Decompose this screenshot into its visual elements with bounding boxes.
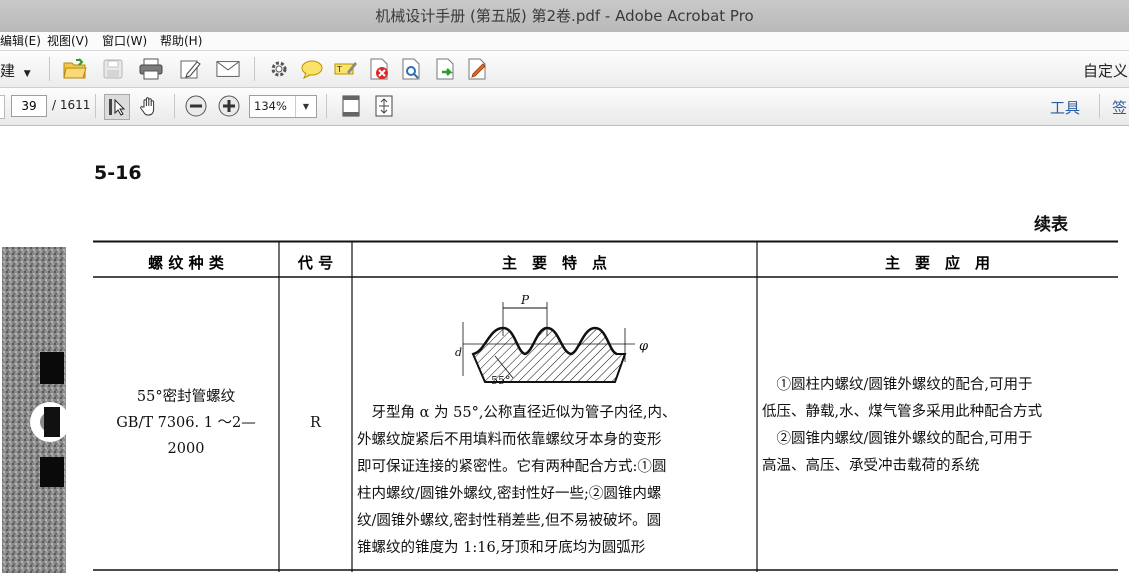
application-line: ①圆柱内螺纹/圆锥外螺纹的配合,可用于	[762, 377, 1033, 393]
edit-icon[interactable]	[179, 57, 203, 81]
svg-text:T: T	[336, 65, 342, 74]
features-line: 锥螺纹的锥度为 1:16,牙顶和牙底均为圆弧形	[357, 540, 646, 556]
page-number-label: 5-16	[94, 162, 142, 184]
features-cell: 牙型角 α 为 55°,公称直径近似为管子内径,内、 外螺纹旋紧后不用填料而依靠…	[357, 400, 757, 562]
diameter-label: d	[455, 346, 462, 359]
navigation-toolbar: / 1611 134% ▼ 工具 签	[0, 88, 1129, 126]
fit-page-icon[interactable]	[372, 94, 396, 118]
features-line: 纹/圆锥外螺纹,密封性稍差些,但不易被破坏。圆	[357, 513, 662, 529]
window-title: 机械设计手册 (第五版) 第2卷.pdf - Adobe Acrobat Pro	[0, 0, 1129, 33]
tools-pane-button[interactable]: 工具	[1050, 97, 1080, 118]
export-icon[interactable]	[433, 57, 457, 81]
sign-pane-button[interactable]: 签	[1112, 97, 1127, 118]
toolbar-divider	[95, 94, 96, 118]
header-thread-type: 螺 纹 种 类	[148, 254, 224, 272]
chevron-down-icon: ▼	[23, 69, 31, 79]
thread-type-line: GB/T 7306. 1 ～2—	[116, 415, 256, 431]
email-icon[interactable]	[216, 57, 240, 81]
page-number-input[interactable]	[11, 95, 47, 117]
zoom-in-icon[interactable]	[217, 94, 241, 118]
settings-icon[interactable]	[267, 57, 291, 81]
hand-tool-icon[interactable]	[137, 94, 161, 118]
review-icon[interactable]	[399, 57, 423, 81]
zoom-out-icon[interactable]	[184, 94, 208, 118]
pitch-label: P	[520, 293, 530, 307]
select-tool-icon[interactable]	[104, 94, 130, 120]
thread-type-line: 2000	[167, 441, 205, 457]
application-line: 高温、高压、承受冲击载荷的系统	[762, 458, 980, 474]
application-line: ②圆锥内螺纹/圆锥外螺纹的配合,可用于	[762, 431, 1033, 447]
header-features: 主 要 特 点	[501, 254, 607, 272]
print-icon[interactable]	[139, 57, 163, 81]
features-line: 柱内螺纹/圆锥外螺纹,密封性好一些;②圆锥内螺	[357, 486, 662, 502]
page-prev-edge	[0, 95, 5, 119]
header-code: 代 号	[297, 254, 334, 272]
page-total: / 1611	[52, 98, 91, 112]
customize-button[interactable]: 自定义	[1083, 60, 1128, 81]
chevron-down-icon[interactable]: ▼	[295, 96, 316, 117]
create-button[interactable]: 建 ▼	[0, 60, 31, 81]
application-line: 低压、静载,水、煤气管多采用此种配合方式	[762, 404, 1043, 420]
thread-profile-diagram: P d 55° φ	[455, 293, 649, 387]
toolbar-divider	[174, 94, 175, 118]
features-line: 牙型角 α 为 55°,公称直径近似为管子内径,内、	[357, 405, 677, 421]
pdf-action-icon[interactable]	[367, 57, 391, 81]
menu-window[interactable]: 窗口(W)	[102, 32, 147, 50]
toolbar-divider	[254, 57, 255, 81]
menu-view[interactable]: 视图(V)	[47, 32, 89, 50]
thread-type-cell: 55°密封管螺纹 GB/T 7306. 1 ～2— 2000	[93, 384, 279, 462]
comment-icon[interactable]	[300, 57, 324, 81]
zoom-value: 134%	[254, 99, 287, 113]
toolbar-divider	[49, 57, 50, 81]
phi-label: φ	[639, 339, 649, 354]
thread-type-line: 55°密封管螺纹	[136, 389, 236, 405]
features-line: 外螺纹旋紧后不用填料而依靠螺纹牙本身的变形	[357, 432, 662, 448]
save-icon[interactable]	[101, 57, 125, 81]
scan-edge-artifact	[2, 247, 68, 573]
angle-label: 55°	[491, 374, 511, 387]
continued-label: 续表	[1034, 215, 1068, 235]
main-toolbar: 建 ▼ T 自定义	[0, 51, 1129, 88]
code-cell: R	[310, 415, 321, 431]
menu-help[interactable]: 帮助(H)	[160, 32, 202, 50]
menu-edit[interactable]: 编辑(E)	[0, 32, 41, 50]
menu-bar: 编辑(E) 视图(V) 窗口(W) 帮助(H)	[0, 32, 1129, 51]
page-view-icon[interactable]	[339, 94, 363, 118]
header-applications: 主 要 应 用	[884, 254, 990, 272]
applications-cell: ①圆柱内螺纹/圆锥外螺纹的配合,可用于 低压、静载,水、煤气管多采用此种配合方式…	[762, 372, 1118, 480]
features-line: 即可保证连接的紧密性。它有两种配合方式:①圆	[357, 459, 667, 475]
sign-icon[interactable]	[465, 57, 489, 81]
document-page: 5-16 续表 螺 纹 种 类 代 号 主 要 特 点 主 要 应 用 55°密…	[0, 126, 1129, 573]
toolbar-divider	[1099, 94, 1100, 118]
open-folder-icon[interactable]	[63, 57, 87, 81]
create-label: 建	[0, 62, 16, 80]
zoom-select[interactable]: 134% ▼	[249, 95, 317, 118]
highlight-icon[interactable]: T	[333, 57, 357, 81]
toolbar-divider	[326, 94, 327, 118]
